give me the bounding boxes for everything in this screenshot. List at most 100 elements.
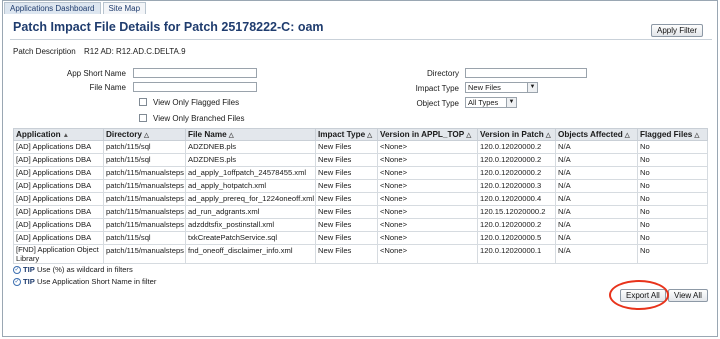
table-cell: fnd_oneoff_disclaimer_info.xml xyxy=(185,244,316,264)
chevron-down-icon: ▼ xyxy=(506,98,516,107)
chevron-down-icon: ▼ xyxy=(527,83,537,92)
table-cell: [AD] Applications DBA xyxy=(13,153,104,167)
table-cell: New Files xyxy=(315,205,378,219)
patch-files-table: Application ▲ Directory △ File Name △ Impac… xyxy=(13,128,708,264)
table-cell: N/A xyxy=(555,231,638,245)
column-header-objects-affected[interactable]: Objects Affected △ xyxy=(555,128,638,141)
table-cell: [AD] Applications DBA xyxy=(13,140,104,154)
table-row: [AD] Applications DBA patch/115/sql ADZDNE… xyxy=(13,153,708,167)
table-cell: patch/115/manualsteps xyxy=(103,166,186,180)
sort-icon: △ xyxy=(228,132,234,139)
table-cell: New Files xyxy=(315,244,378,264)
table-cell: New Files xyxy=(315,153,378,167)
table-cell: ad_apply_hotpatch.xml xyxy=(185,179,316,193)
table-cell: New Files xyxy=(315,166,378,180)
sort-icon: △ xyxy=(143,132,149,139)
column-header-application[interactable]: Application ▲ xyxy=(13,128,104,141)
table-cell: [AD] Applications DBA xyxy=(13,192,104,206)
table-cell: <None> xyxy=(377,166,478,180)
table-cell: <None> xyxy=(377,231,478,245)
table-cell: 120.0.12020000.2 xyxy=(477,218,556,232)
table-cell: 120.15.12020000.2 xyxy=(477,205,556,219)
table-cell: No xyxy=(637,231,708,245)
table-cell: 120.0.12020000.1 xyxy=(477,244,556,264)
app-short-name-input[interactable] xyxy=(133,68,257,78)
tab-site-map[interactable]: Site Map xyxy=(102,2,147,14)
tip-icon: ✓ xyxy=(13,266,21,274)
file-name-input[interactable] xyxy=(133,82,257,92)
table-cell: <None> xyxy=(377,218,478,232)
sort-icon: △ xyxy=(694,132,700,139)
table-cell: [FND] Application Object Library xyxy=(13,244,104,264)
table-cell: N/A xyxy=(555,244,638,264)
table-cell: N/A xyxy=(555,205,638,219)
title-divider xyxy=(10,39,712,40)
apply-filter-button[interactable]: Apply Filter xyxy=(651,24,704,37)
directory-label: Directory xyxy=(426,69,459,78)
table-cell: <None> xyxy=(377,205,478,219)
view-flagged-checkbox[interactable] xyxy=(139,98,147,106)
patch-description-label: Patch Description xyxy=(13,47,76,56)
table-cell: No xyxy=(637,166,708,180)
table-cell: ADZDNEB.pls xyxy=(185,140,316,154)
column-header-directory[interactable]: Directory △ xyxy=(103,128,186,141)
table-cell: txkCreatePatchService.sql xyxy=(185,231,316,245)
table-header-row: Application ▲ Directory △ File Name △ Impac… xyxy=(13,128,708,141)
table-cell: N/A xyxy=(555,192,638,206)
table-cell: ad_apply_1offpatch_24578455.xml xyxy=(185,166,316,180)
table-row: [AD] Applications DBA patch/115/manualste… xyxy=(13,179,708,193)
table-row: [AD] Applications DBA patch/115/manualste… xyxy=(13,218,708,232)
object-type-select[interactable]: All Types ▼ xyxy=(465,97,517,108)
table-row: [AD] Applications DBA patch/115/manualste… xyxy=(13,205,708,219)
table-cell: N/A xyxy=(555,140,638,154)
file-name-label: File Name xyxy=(89,83,126,92)
table-cell: [AD] Applications DBA xyxy=(13,205,104,219)
tip-wildcard: ✓ TIP Use (%) as wildcard in filters xyxy=(13,265,133,274)
view-flagged-label: View Only Flagged Files xyxy=(153,98,240,107)
table-cell: New Files xyxy=(315,179,378,193)
impact-type-label: Impact Type xyxy=(415,84,459,93)
table-cell: <None> xyxy=(377,153,478,167)
table-cell: ad_apply_prereq_for_1224oneoff.xml xyxy=(185,192,316,206)
directory-input[interactable] xyxy=(465,68,587,78)
table-cell: <None> xyxy=(377,140,478,154)
table-cell: ADZDNES.pls xyxy=(185,153,316,167)
tab-applications-dashboard[interactable]: Applications Dashboard xyxy=(4,2,101,14)
table-cell: New Files xyxy=(315,140,378,154)
table-cell: N/A xyxy=(555,153,638,167)
view-branched-label: View Only Branched Files xyxy=(153,114,245,123)
table-cell: patch/115/sql xyxy=(103,231,186,245)
table-cell: <None> xyxy=(377,192,478,206)
table-cell: patch/115/manualsteps xyxy=(103,205,186,219)
table-cell: No xyxy=(637,218,708,232)
table-row: [AD] Applications DBA patch/115/sql ADZDNE… xyxy=(13,140,708,154)
page-title: Patch Impact File Details for Patch 2517… xyxy=(13,20,324,34)
table-cell: No xyxy=(637,153,708,167)
column-header-flagged-files[interactable]: Flagged Files △ xyxy=(637,128,708,141)
patch-description-value: R12 AD: R12.AD.C.DELTA.9 xyxy=(84,47,186,56)
impact-type-select[interactable]: New Files ▼ xyxy=(465,82,538,93)
table-cell: N/A xyxy=(555,218,638,232)
table-cell: patch/115/manualsteps xyxy=(103,218,186,232)
table-cell: 120.0.12020000.3 xyxy=(477,179,556,193)
table-cell: New Files xyxy=(315,218,378,232)
column-header-version-in-patch[interactable]: Version in Patch △ xyxy=(477,128,556,141)
table-cell: [AD] Applications DBA xyxy=(13,179,104,193)
view-all-button[interactable]: View All xyxy=(668,289,708,302)
column-header-version-appl-top[interactable]: Version in APPL_TOP △ xyxy=(377,128,478,141)
table-cell: 120.0.12020000.4 xyxy=(477,192,556,206)
table-cell: 120.0.12020000.2 xyxy=(477,166,556,180)
view-branched-checkbox[interactable] xyxy=(139,114,147,122)
sort-icon: △ xyxy=(545,132,551,139)
impact-type-value: New Files xyxy=(468,83,501,92)
column-header-file-name[interactable]: File Name △ xyxy=(185,128,316,141)
table-cell: [AD] Applications DBA xyxy=(13,218,104,232)
object-type-value: All Types xyxy=(468,98,499,107)
sort-ascending-icon: ▲ xyxy=(62,132,70,139)
column-header-impact-type[interactable]: Impact Type △ xyxy=(315,128,378,141)
sort-icon: △ xyxy=(367,132,373,139)
table-cell: patch/115/sql xyxy=(103,153,186,167)
table-cell: No xyxy=(637,205,708,219)
table-cell: N/A xyxy=(555,166,638,180)
table-cell: <None> xyxy=(377,179,478,193)
